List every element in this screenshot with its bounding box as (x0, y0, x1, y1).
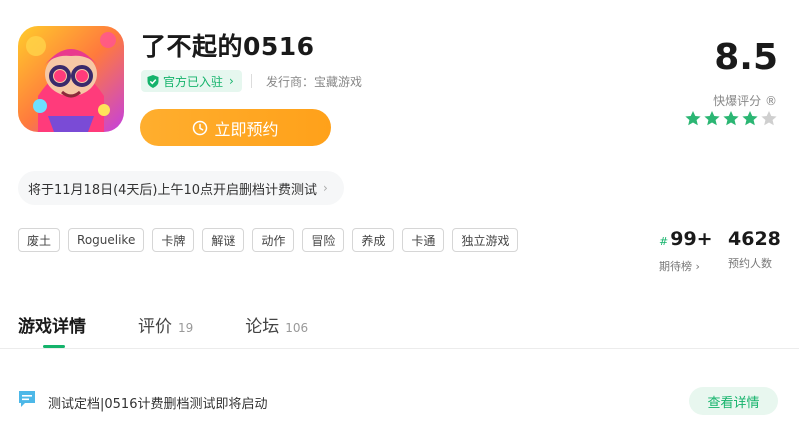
publisher-name[interactable]: 宝藏游戏 (314, 75, 362, 89)
app-icon (18, 26, 124, 132)
message-icon (17, 389, 37, 413)
tag-chip[interactable]: 解谜 (202, 228, 245, 252)
rating-stars (684, 110, 778, 127)
star-icon (761, 111, 777, 126)
reservation-count: 4628 预约人数 (728, 228, 782, 271)
rating-score: 8.5 (714, 37, 778, 78)
official-badge[interactable]: 官方已入驻 › (141, 70, 242, 92)
tag-chip[interactable]: 卡通 (402, 228, 445, 252)
star-icon (723, 111, 739, 126)
reserve-button[interactable]: 立即预约 (140, 109, 331, 146)
tab-bar: 游戏详情 评价 19 论坛 106 (18, 312, 360, 337)
star-icon (685, 111, 701, 126)
tab-divider (0, 348, 799, 349)
tab-label: 评价 (138, 317, 172, 337)
tag-chip[interactable]: 卡牌 (152, 228, 195, 252)
star-icon (704, 111, 720, 126)
tab-reviews[interactable]: 评价 19 (138, 312, 193, 337)
chevron-right-icon: › (323, 181, 328, 195)
divider (251, 74, 252, 88)
clock-icon (193, 120, 208, 135)
publisher: 发行商：宝藏游戏 (266, 73, 362, 90)
rating-label[interactable]: 快爆评分 ® (713, 92, 777, 109)
official-badge-label: 官方已入驻 (163, 74, 224, 89)
tab-label: 游戏详情 (18, 317, 86, 337)
tag-list: 废土 Roguelike 卡牌 解谜 动作 冒险 养成 卡通 独立游戏 (18, 228, 519, 252)
tag-chip[interactable]: 废土 (18, 228, 61, 252)
shield-check-icon (147, 74, 159, 88)
view-details-button[interactable]: 查看详情 (689, 387, 778, 415)
star-icon (742, 111, 758, 126)
expectation-rank[interactable]: #99+ 期待榜 › (659, 228, 713, 274)
tag-chip[interactable]: 冒险 (302, 228, 345, 252)
rank-hash: # (659, 235, 669, 248)
test-notice-text: 将于11月18日(4天后)上午10点开启删档计费测试 (28, 182, 318, 198)
reservation-value: 4628 (728, 228, 781, 250)
reserve-button-label: 立即预约 (214, 119, 279, 139)
tag-chip[interactable]: 独立游戏 (452, 228, 519, 252)
tab-forum[interactable]: 论坛 106 (245, 312, 308, 337)
chevron-right-icon: › (229, 74, 234, 88)
rank-value: 99+ (670, 228, 713, 250)
tab-count: 106 (285, 321, 309, 335)
publisher-label: 发行商： (266, 75, 315, 89)
tag-chip[interactable]: 动作 (252, 228, 295, 252)
test-notice[interactable]: 将于11月18日(4天后)上午10点开启删档计费测试 › (18, 171, 344, 205)
tab-count: 19 (178, 321, 194, 335)
tag-chip[interactable]: Roguelike (68, 228, 145, 252)
news-title[interactable]: 测试定档|0516计费删档测试即将启动 (48, 393, 267, 412)
app-title: 了不起的0516 (141, 32, 315, 61)
tag-chip[interactable]: 养成 (352, 228, 395, 252)
tab-game-details[interactable]: 游戏详情 (18, 312, 86, 337)
reservation-label: 预约人数 (728, 257, 772, 270)
rank-label: 期待榜 › (659, 260, 700, 273)
tab-label: 论坛 (245, 317, 280, 337)
